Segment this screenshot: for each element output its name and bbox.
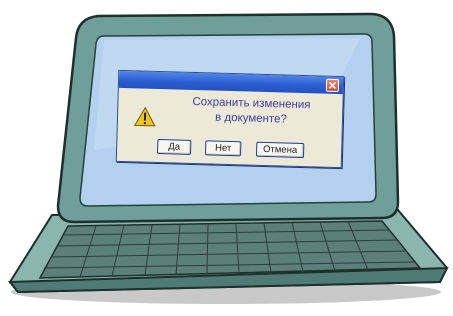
laptop-scene: Сохранить изменения в документе? Да Нет … bbox=[0, 0, 453, 311]
close-icon bbox=[328, 81, 337, 89]
save-changes-dialog: Сохранить изменения в документе? Да Нет … bbox=[115, 69, 345, 169]
dialog-titlebar bbox=[118, 70, 344, 95]
close-button[interactable] bbox=[325, 78, 340, 93]
warning-icon bbox=[133, 106, 156, 127]
yes-button[interactable]: Да bbox=[156, 138, 192, 155]
cancel-button[interactable]: Отмена bbox=[255, 141, 305, 159]
keyboard bbox=[38, 220, 422, 279]
dialog-message: Сохранить изменения в документе? bbox=[166, 94, 337, 129]
no-button[interactable]: Нет bbox=[204, 140, 242, 157]
